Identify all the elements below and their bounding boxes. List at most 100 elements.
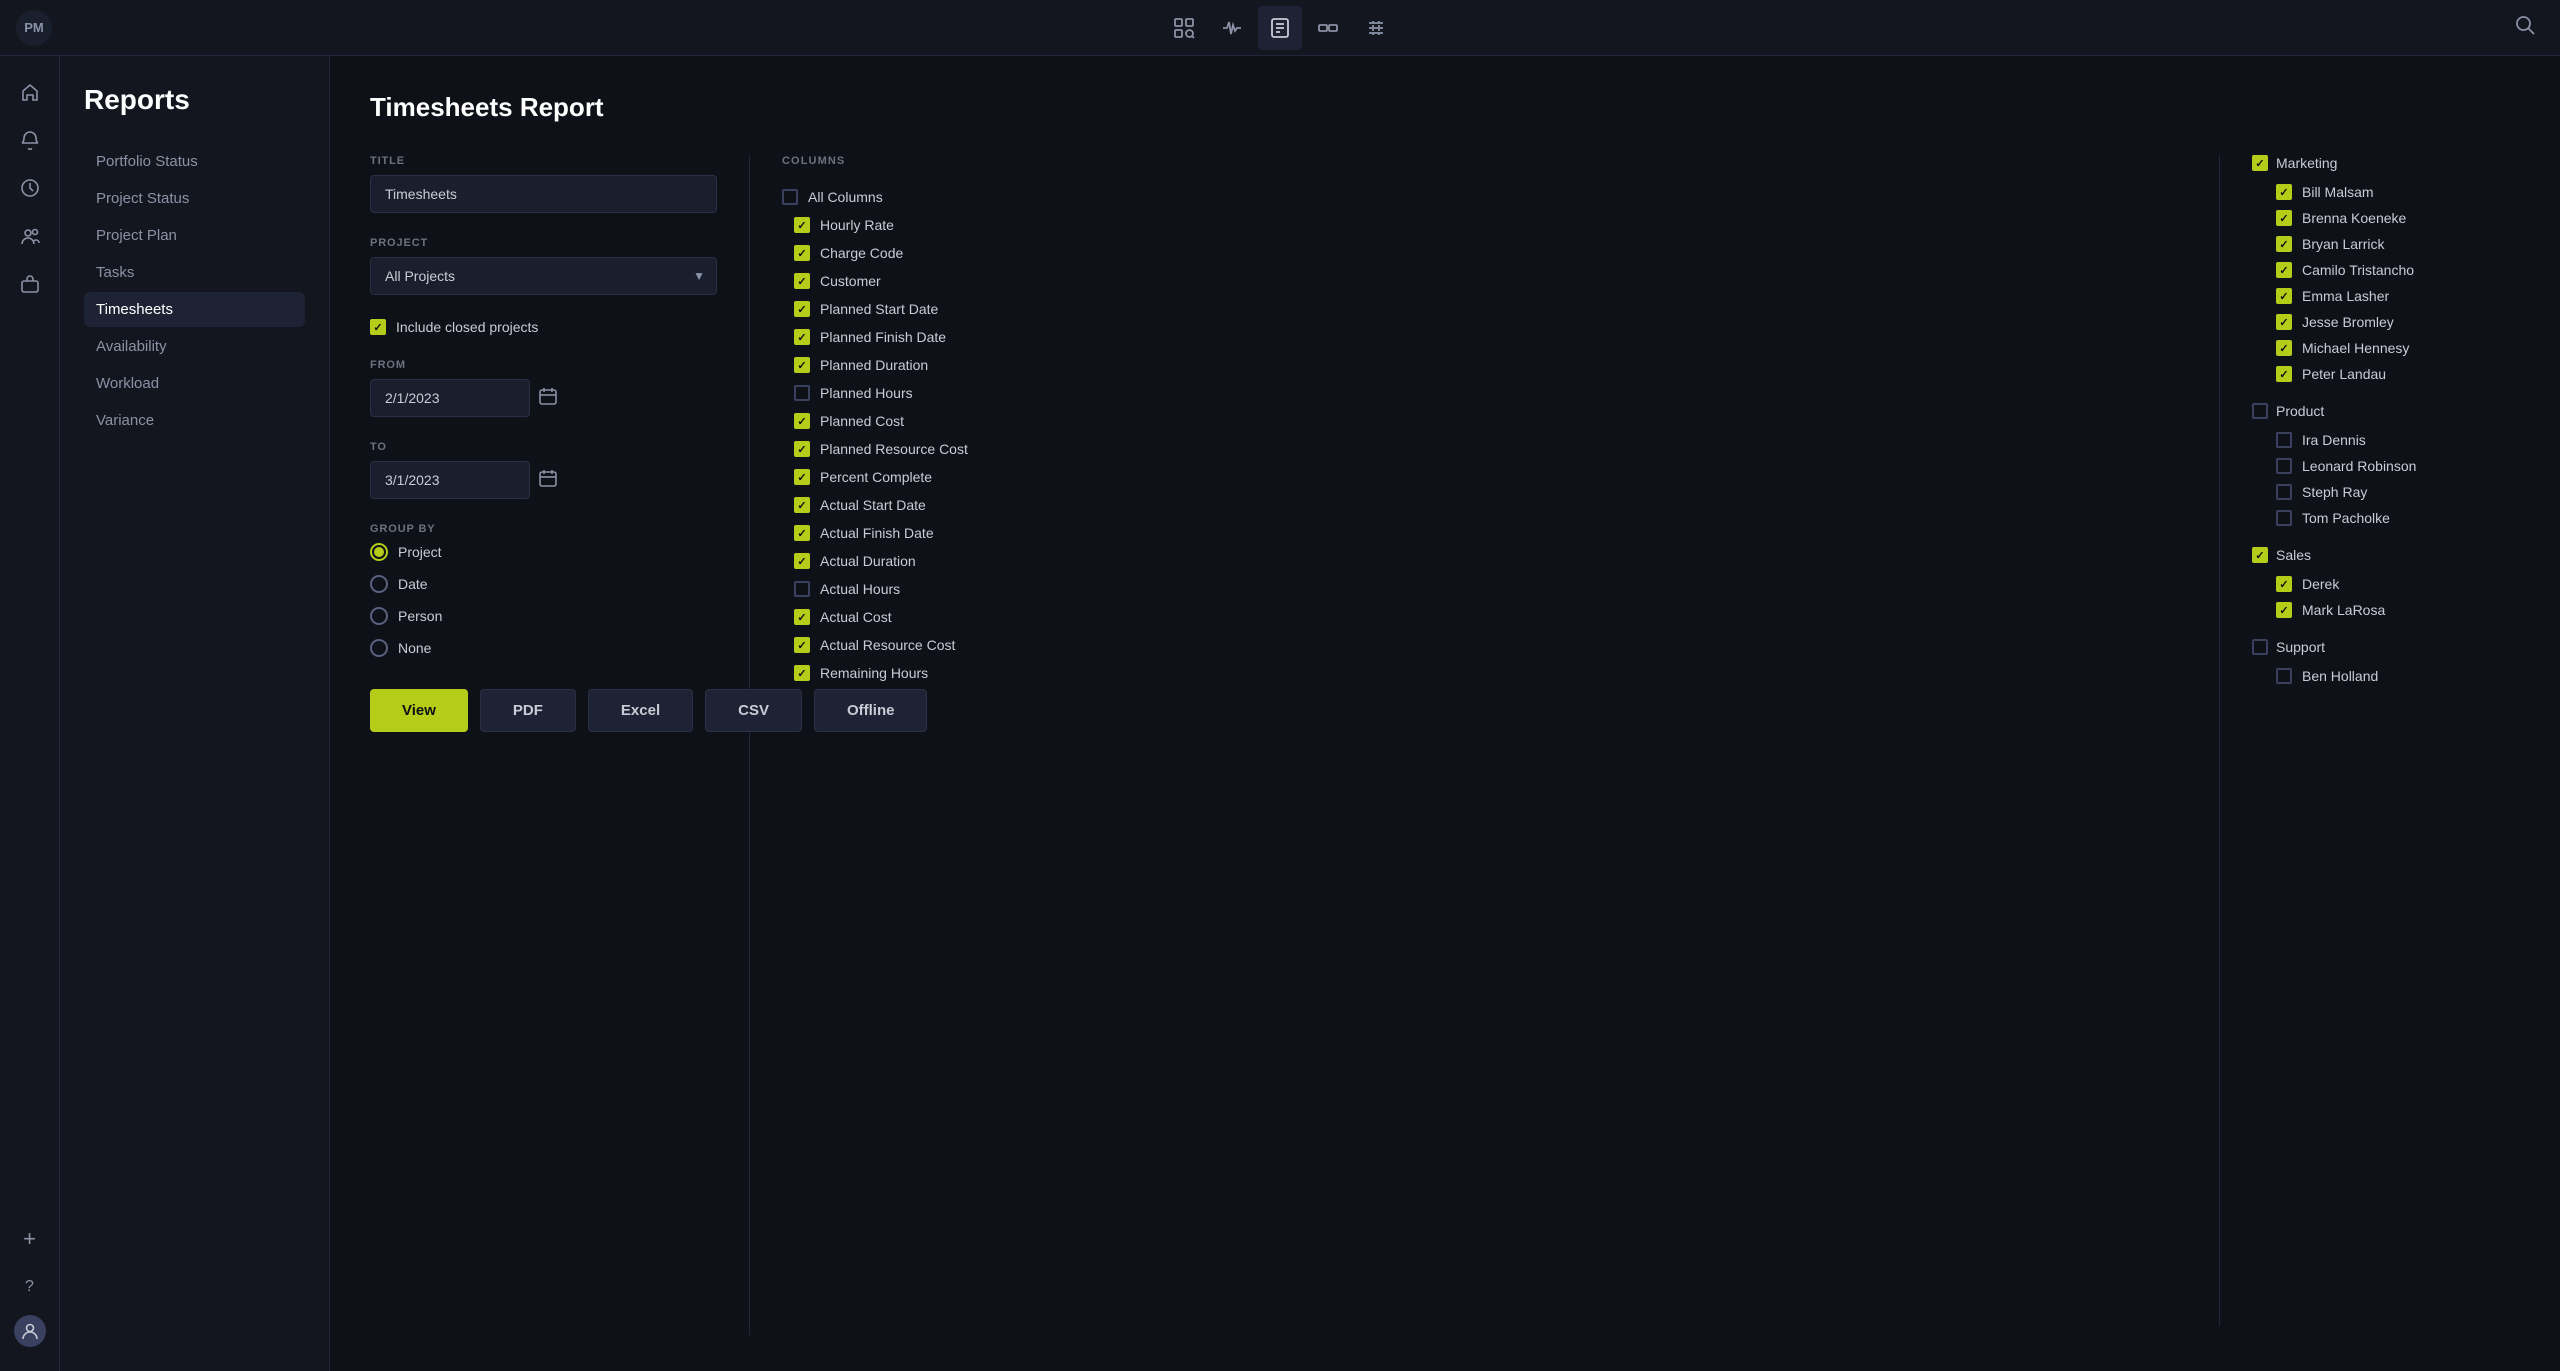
member-brenna-koeneke[interactable]: Brenna Koeneke	[2252, 205, 2520, 231]
charge-code-checkbox[interactable]	[794, 245, 810, 261]
col-planned-duration[interactable]: Planned Duration	[782, 351, 2187, 379]
member-jesse-bromley[interactable]: Jesse Bromley	[2252, 309, 2520, 335]
home-icon[interactable]	[10, 72, 50, 112]
col-actual-finish-date[interactable]: Actual Finish Date	[782, 519, 2187, 547]
col-remaining-hours[interactable]: Remaining Hours	[782, 659, 2187, 687]
remaining-hours-checkbox[interactable]	[794, 665, 810, 681]
member-bryan-larrick[interactable]: Bryan Larrick	[2252, 231, 2520, 257]
brenna-koeneke-checkbox[interactable]	[2276, 210, 2292, 226]
sales-checkbox[interactable]	[2252, 547, 2268, 563]
marketing-group-header[interactable]: Marketing	[2252, 155, 2520, 171]
member-camilo-tristancho[interactable]: Camilo Tristancho	[2252, 257, 2520, 283]
actual-start-date-checkbox[interactable]	[794, 497, 810, 513]
actual-finish-date-checkbox[interactable]	[794, 525, 810, 541]
excel-button[interactable]: Excel	[588, 689, 693, 732]
planned-start-date-checkbox[interactable]	[794, 301, 810, 317]
col-planned-hours[interactable]: Planned Hours	[782, 379, 2187, 407]
leonard-robinson-checkbox[interactable]	[2276, 458, 2292, 474]
jesse-bromley-checkbox[interactable]	[2276, 314, 2292, 330]
percent-complete-checkbox[interactable]	[794, 469, 810, 485]
people-icon[interactable]	[10, 216, 50, 256]
tom-pacholke-checkbox[interactable]	[2276, 510, 2292, 526]
from-calendar-icon[interactable]	[538, 386, 558, 411]
mark-larosa-checkbox[interactable]	[2276, 602, 2292, 618]
sidebar-item-availability[interactable]: Availability	[84, 329, 305, 364]
sidebar-item-project-status[interactable]: Project Status	[84, 181, 305, 216]
include-closed-row[interactable]: Include closed projects	[370, 319, 717, 335]
derek-checkbox[interactable]	[2276, 576, 2292, 592]
member-michael-hennesy[interactable]: Michael Hennesy	[2252, 335, 2520, 361]
col-planned-finish-date[interactable]: Planned Finish Date	[782, 323, 2187, 351]
member-tom-pacholke[interactable]: Tom Pacholke	[2252, 505, 2520, 531]
app-logo[interactable]: PM	[16, 10, 52, 46]
member-mark-larosa[interactable]: Mark LaRosa	[2252, 597, 2520, 623]
col-customer[interactable]: Customer	[782, 267, 2187, 295]
actual-duration-checkbox[interactable]	[794, 553, 810, 569]
col-actual-cost[interactable]: Actual Cost	[782, 603, 2187, 631]
bryan-larrick-checkbox[interactable]	[2276, 236, 2292, 252]
member-ira-dennis[interactable]: Ira Dennis	[2252, 427, 2520, 453]
link-icon[interactable]	[1306, 6, 1350, 50]
col-percent-complete[interactable]: Percent Complete	[782, 463, 2187, 491]
hourly-rate-checkbox[interactable]	[794, 217, 810, 233]
planned-finish-date-checkbox[interactable]	[794, 329, 810, 345]
sidebar-item-workload[interactable]: Workload	[84, 366, 305, 401]
report-icon[interactable]	[1258, 6, 1302, 50]
camilo-tristancho-checkbox[interactable]	[2276, 262, 2292, 278]
member-ben-holland[interactable]: Ben Holland	[2252, 663, 2520, 689]
actual-resource-cost-checkbox[interactable]	[794, 637, 810, 653]
michael-hennesy-checkbox[interactable]	[2276, 340, 2292, 356]
planned-hours-checkbox[interactable]	[794, 385, 810, 401]
member-derek[interactable]: Derek	[2252, 571, 2520, 597]
project-select[interactable]: All Projects Project A Project B	[370, 257, 717, 295]
col-actual-resource-cost[interactable]: Actual Resource Cost	[782, 631, 2187, 659]
planned-resource-cost-checkbox[interactable]	[794, 441, 810, 457]
col-actual-hours[interactable]: Actual Hours	[782, 575, 2187, 603]
ira-dennis-checkbox[interactable]	[2276, 432, 2292, 448]
help-icon[interactable]: ?	[10, 1267, 50, 1307]
to-calendar-icon[interactable]	[538, 468, 558, 493]
support-checkbox[interactable]	[2252, 639, 2268, 655]
planned-duration-checkbox[interactable]	[794, 357, 810, 373]
sidebar-item-tasks[interactable]: Tasks	[84, 255, 305, 290]
search-button[interactable]	[2506, 6, 2544, 50]
planned-cost-checkbox[interactable]	[794, 413, 810, 429]
actual-hours-checkbox[interactable]	[794, 581, 810, 597]
sidebar-item-timesheets[interactable]: Timesheets	[84, 292, 305, 327]
briefcase-icon[interactable]	[10, 264, 50, 304]
pdf-button[interactable]: PDF	[480, 689, 576, 732]
actual-cost-checkbox[interactable]	[794, 609, 810, 625]
col-hourly-rate[interactable]: Hourly Rate	[782, 211, 2187, 239]
col-actual-duration[interactable]: Actual Duration	[782, 547, 2187, 575]
radio-date[interactable]: Date	[370, 575, 717, 593]
member-bill-malsam[interactable]: Bill Malsam	[2252, 179, 2520, 205]
marketing-checkbox[interactable]	[2252, 155, 2268, 171]
member-peter-landau[interactable]: Peter Landau	[2252, 361, 2520, 387]
col-planned-start-date[interactable]: Planned Start Date	[782, 295, 2187, 323]
user-avatar[interactable]	[14, 1315, 46, 1347]
customer-checkbox[interactable]	[794, 273, 810, 289]
bill-malsam-checkbox[interactable]	[2276, 184, 2292, 200]
member-emma-lasher[interactable]: Emma Lasher	[2252, 283, 2520, 309]
steph-ray-checkbox[interactable]	[2276, 484, 2292, 500]
col-planned-cost[interactable]: Planned Cost	[782, 407, 2187, 435]
from-date-input[interactable]	[370, 379, 530, 417]
peter-landau-checkbox[interactable]	[2276, 366, 2292, 382]
sidebar-item-project-plan[interactable]: Project Plan	[84, 218, 305, 253]
title-input[interactable]	[370, 175, 717, 213]
radio-none[interactable]: None	[370, 639, 717, 657]
product-group-header[interactable]: Product	[2252, 403, 2520, 419]
ben-holland-checkbox[interactable]	[2276, 668, 2292, 684]
member-steph-ray[interactable]: Steph Ray	[2252, 479, 2520, 505]
col-planned-resource-cost[interactable]: Planned Resource Cost	[782, 435, 2187, 463]
emma-lasher-checkbox[interactable]	[2276, 288, 2292, 304]
layout-icon[interactable]	[1354, 6, 1398, 50]
col-charge-code[interactable]: Charge Code	[782, 239, 2187, 267]
col-actual-start-date[interactable]: Actual Start Date	[782, 491, 2187, 519]
product-checkbox[interactable]	[2252, 403, 2268, 419]
radio-project[interactable]: Project	[370, 543, 717, 561]
all-columns-checkbox[interactable]	[782, 189, 798, 205]
search-alt-icon[interactable]	[1162, 6, 1206, 50]
clock-icon[interactable]	[10, 168, 50, 208]
view-button[interactable]: View	[370, 689, 468, 732]
